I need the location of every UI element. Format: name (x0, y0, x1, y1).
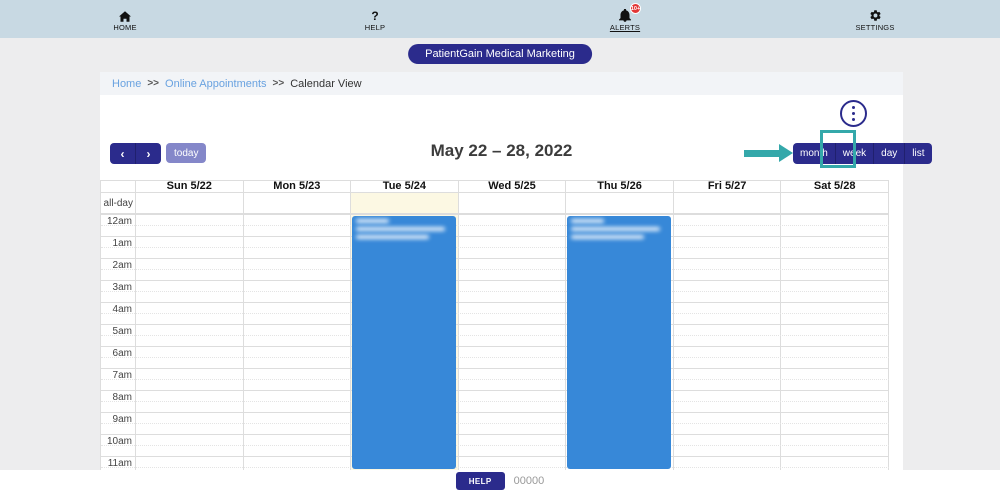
all-day-cell-tue[interactable] (351, 193, 459, 213)
event-blurred-text-line (356, 226, 445, 231)
content-card: Home >> Online Appointments >> Calendar … (100, 72, 932, 470)
day-header-mon: Mon 5/23 (244, 181, 352, 192)
time-column-sun[interactable] (136, 215, 244, 470)
nav-help[interactable]: ? HELP (250, 0, 500, 38)
gear-icon (869, 8, 882, 22)
time-column-sat[interactable] (781, 215, 889, 470)
event-blurred-text-line (356, 219, 389, 223)
view-switcher: month week day list (793, 143, 932, 164)
breadcrumb: Home >> Online Appointments >> Calendar … (100, 72, 903, 95)
axis-header-cell (101, 181, 136, 192)
all-day-cell-sun[interactable] (136, 193, 244, 213)
breadcrumb-separator: >> (147, 78, 160, 89)
breadcrumb-online-appointments-link[interactable]: Online Appointments (165, 78, 267, 90)
annotation-arrow-head (779, 144, 793, 162)
all-day-cell-wed[interactable] (459, 193, 567, 213)
nav-alerts-label: ALERTS (609, 23, 641, 32)
breadcrumb-separator: >> (272, 78, 285, 89)
footer-code: 00000 (513, 475, 545, 487)
nav-alerts[interactable]: 10+ ALERTS (500, 0, 750, 38)
footer-bar: HELP 00000 (0, 470, 1000, 492)
kebab-menu-button[interactable] (840, 100, 867, 127)
question-icon: ? (371, 9, 379, 23)
calendar-grid: Sun 5/22 Mon 5/23 Tue 5/24 Wed 5/25 Thu 5/26… (100, 180, 889, 470)
nav-home-label: HOME (113, 23, 137, 32)
brand-pill: PatientGain Medical Marketing (408, 44, 592, 64)
nav-home[interactable]: HOME (0, 0, 250, 38)
nav-settings-label: SETTINGS (855, 23, 895, 32)
view-month-button[interactable]: month (793, 143, 835, 164)
day-header-tue: Tue 5/24 (351, 181, 459, 192)
view-list-button[interactable]: list (904, 143, 931, 164)
day-header-wed: Wed 5/25 (459, 181, 567, 192)
home-icon (119, 8, 131, 22)
time-column-mon[interactable] (244, 215, 352, 470)
event-block-tue[interactable] (352, 216, 457, 469)
all-day-row: all-day (100, 193, 889, 215)
all-day-cell-sat[interactable] (781, 193, 889, 213)
all-day-label: all-day (101, 193, 136, 213)
event-blurred-text-line (571, 234, 645, 239)
top-nav-bar: HOME ? HELP 10+ ALERTS SETTINGS (0, 0, 1000, 38)
time-column-wed[interactable] (459, 215, 567, 470)
event-blurred-text-line (356, 234, 430, 239)
day-header-sun: Sun 5/22 (136, 181, 244, 192)
view-week-button[interactable]: week (834, 143, 873, 164)
all-day-cell-mon[interactable] (244, 193, 352, 213)
event-block-thu[interactable] (567, 216, 672, 469)
time-grid: 12am 1am 2am 3am 4am 5am 6am 7am 8am 9am 10am 11am (100, 215, 889, 470)
annotation-arrow (744, 150, 779, 157)
time-gutter (101, 215, 136, 470)
breadcrumb-home-link[interactable]: Home (112, 78, 141, 90)
all-day-cell-fri[interactable] (674, 193, 782, 213)
day-header-thu: Thu 5/26 (566, 181, 674, 192)
time-column-fri[interactable] (674, 215, 782, 470)
view-day-button[interactable]: day (873, 143, 904, 164)
breadcrumb-current-page: Calendar View (290, 77, 362, 90)
day-header-sat: Sat 5/28 (781, 181, 889, 192)
event-blurred-text-line (571, 219, 604, 223)
nav-help-label: HELP (364, 23, 386, 32)
help-button[interactable]: HELP (455, 472, 505, 490)
day-header-row: Sun 5/22 Mon 5/23 Tue 5/24 Wed 5/25 Thu 5/26… (100, 180, 889, 193)
alerts-count-badge: 10+ (630, 3, 641, 14)
day-header-fri: Fri 5/27 (674, 181, 782, 192)
bell-icon: 10+ (619, 3, 641, 22)
event-blurred-text-line (571, 226, 660, 231)
nav-settings[interactable]: SETTINGS (750, 0, 1000, 38)
all-day-cell-thu[interactable] (566, 193, 674, 213)
